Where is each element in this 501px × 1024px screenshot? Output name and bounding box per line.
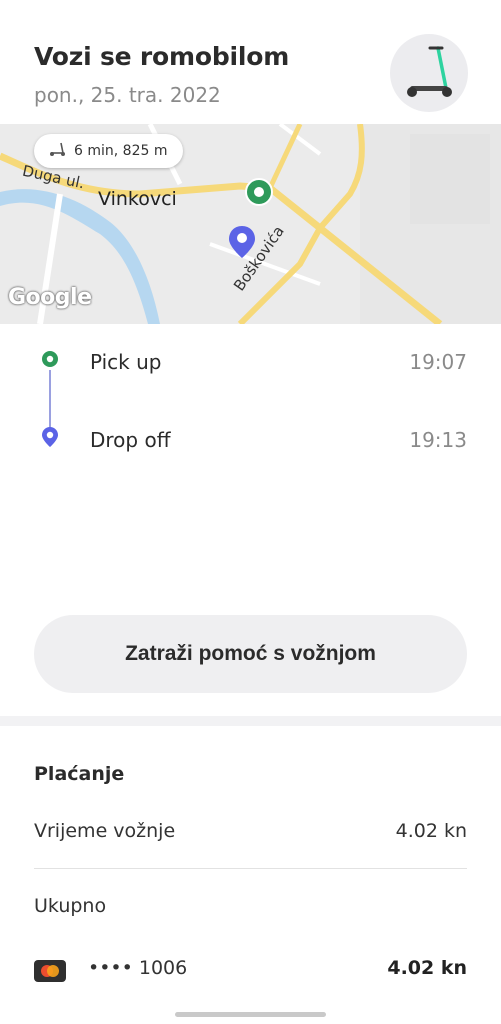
mastercard-icon: [34, 960, 66, 982]
dropoff-label: Drop off: [90, 428, 171, 452]
pickup-time: 19:07: [409, 350, 467, 374]
ride-time-row: Vrijeme vožnje 4.02 kn: [34, 820, 467, 842]
total-row: Ukupno: [34, 895, 467, 917]
dropoff-dot-icon: [42, 427, 58, 447]
route-summary-chip: 6 min, 825 m: [34, 134, 184, 168]
ride-help-button[interactable]: Zatraži pomoć s vožnjom: [34, 615, 467, 693]
scooter-small-icon: [48, 141, 68, 161]
pickup-marker-icon[interactable]: [244, 177, 274, 207]
ride-time-label: Vrijeme vožnje: [34, 820, 176, 842]
payment-title: Plaćanje: [34, 763, 125, 785]
home-indicator[interactable]: [175, 1012, 326, 1017]
header: Vozi se romobilom pon., 25. tra. 2022: [0, 0, 501, 124]
route-map[interactable]: 6 min, 825 m Duga ul. Vinkovci Boškovića…: [0, 124, 501, 324]
ride-time-value: 4.02 kn: [395, 820, 467, 842]
total-label: Ukupno: [34, 895, 107, 917]
map-label-city: Vinkovci: [98, 188, 177, 210]
pickup-label: Pick up: [90, 350, 162, 374]
payment-divider: [34, 868, 467, 869]
google-attribution: Google: [8, 285, 92, 310]
ride-date: pon., 25. tra. 2022: [34, 83, 221, 107]
pickup-row: Pick up 19:07: [0, 342, 501, 382]
dropoff-time: 19:13: [409, 428, 467, 452]
section-divider: [0, 716, 501, 726]
scooter-avatar: [390, 34, 468, 112]
pickup-dot-icon: [42, 351, 58, 367]
card-number: •••• 1006: [88, 957, 188, 979]
dropoff-row: Drop off 19:13: [0, 420, 501, 460]
dropoff-marker-icon[interactable]: [228, 225, 256, 259]
route-summary-text: 6 min, 825 m: [74, 143, 168, 159]
scooter-icon: [407, 46, 452, 97]
total-value: 4.02 kn: [387, 957, 467, 979]
page-title: Vozi se romobilom: [34, 42, 290, 71]
